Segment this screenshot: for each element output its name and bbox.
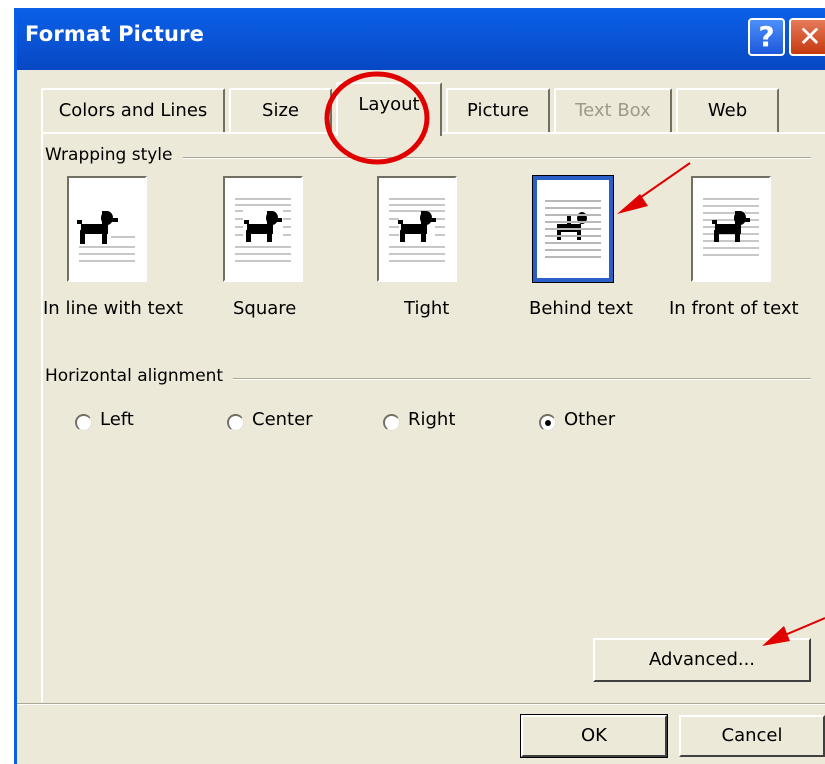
wrap-option-in-line-with-text[interactable] (67, 176, 147, 282)
format-picture-dialog: Format Picture ? ✕ Colors and Lines Size… (14, 8, 825, 764)
help-icon: ? (758, 20, 775, 53)
tab-picture[interactable]: Picture (446, 88, 550, 132)
footer-divider (17, 703, 825, 705)
radio-label-center[interactable]: Center (252, 409, 313, 430)
behind-text-icon (545, 200, 601, 258)
radio-center[interactable] (227, 414, 244, 431)
wrap-label-tight: Tight (404, 298, 450, 319)
help-button[interactable]: ? (748, 18, 785, 56)
tab-label: Size (262, 100, 299, 121)
advanced-button-label: Advanced... (648, 649, 756, 670)
radio-left[interactable] (75, 414, 92, 431)
wrap-label-in-front-of-text: In front of text (669, 298, 799, 319)
tab-layout[interactable]: Layout (336, 82, 442, 136)
inline-with-text-icon (77, 211, 135, 262)
cancel-button[interactable]: Cancel (679, 715, 825, 757)
dialog-title: Format Picture (25, 22, 205, 46)
tab-size[interactable]: Size (229, 88, 332, 132)
tight-wrap-icon (389, 198, 445, 262)
tab-label: Colors and Lines (58, 100, 208, 121)
tab-colors-and-lines[interactable]: Colors and Lines (41, 88, 225, 132)
close-icon: ✕ (798, 20, 822, 53)
radio-right[interactable] (383, 414, 400, 431)
wrapping-style-label: Wrapping style (45, 145, 183, 165)
wrap-label-in-line-with-text: In line with text (43, 298, 184, 319)
radio-label-right[interactable]: Right (408, 409, 455, 430)
wrap-option-in-front-of-text[interactable] (691, 176, 771, 282)
wrap-option-behind-text[interactable] (533, 176, 613, 282)
tab-label: Layout (358, 94, 420, 115)
radio-other[interactable] (539, 414, 556, 431)
wrap-option-tight[interactable] (377, 176, 457, 282)
title-bar[interactable]: Format Picture ? ✕ (17, 8, 825, 70)
tab-web[interactable]: Web (676, 88, 779, 132)
tab-label: Picture (467, 100, 529, 121)
ok-button[interactable]: OK (520, 714, 668, 758)
ok-button-label: OK (581, 725, 607, 746)
advanced-button[interactable]: Advanced... (593, 638, 811, 682)
square-wrap-icon (235, 198, 291, 262)
wrap-label-behind-text: Behind text (529, 298, 633, 319)
radio-label-other[interactable]: Other (564, 409, 615, 430)
in-front-of-text-icon (703, 198, 759, 256)
wrap-option-square[interactable] (223, 176, 303, 282)
close-button[interactable]: ✕ (789, 18, 825, 56)
tab-text-box: Text Box (554, 88, 672, 132)
tab-label: Web (707, 100, 748, 121)
horizontal-alignment-label: Horizontal alignment (45, 366, 234, 386)
radio-label-left[interactable]: Left (100, 409, 134, 430)
wrap-label-square: Square (233, 298, 297, 319)
tab-label: Text Box (575, 100, 651, 121)
cancel-button-label: Cancel (721, 725, 783, 746)
